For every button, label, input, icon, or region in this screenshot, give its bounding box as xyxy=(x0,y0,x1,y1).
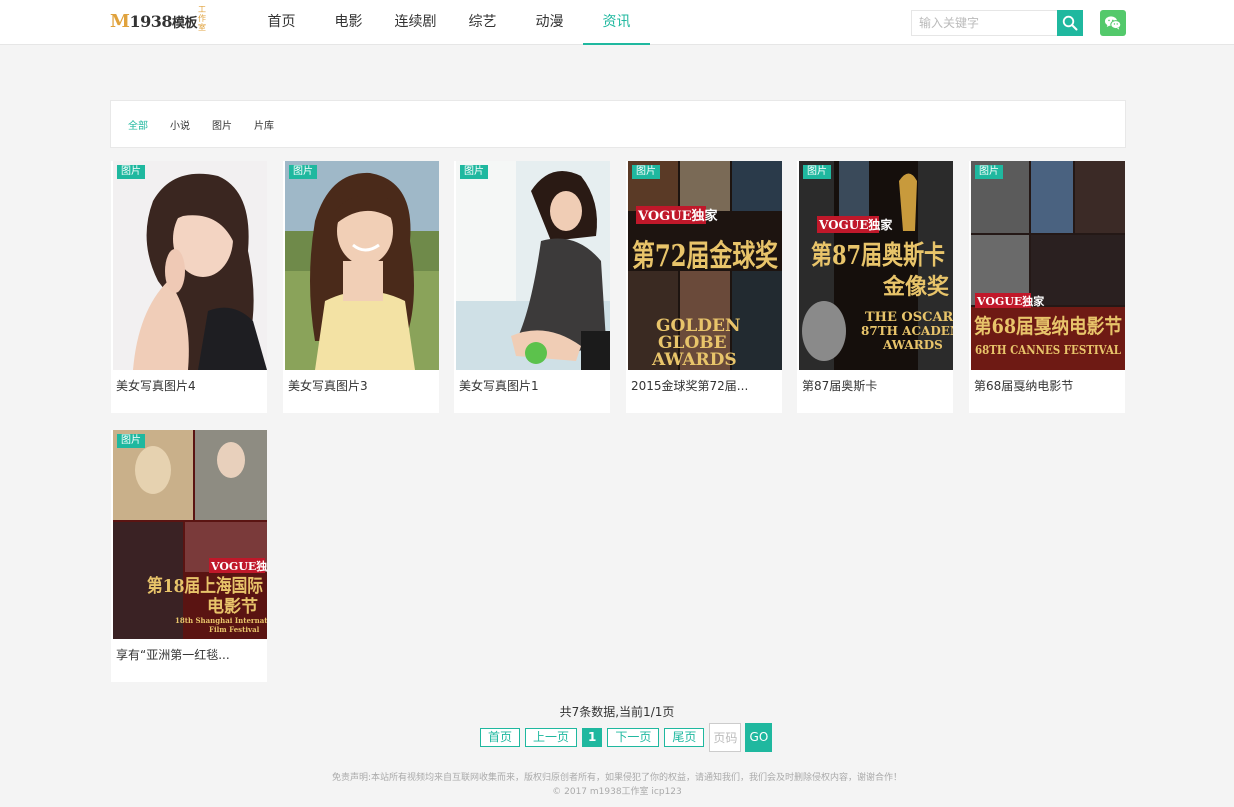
category-tag: 图片 xyxy=(117,165,145,179)
category-filter: 全部 小说 图片 片库 xyxy=(110,100,1126,148)
nav-news[interactable]: 资讯 xyxy=(583,0,650,45)
wechat-icon xyxy=(1105,16,1122,30)
category-tag: 图片 xyxy=(117,434,145,448)
card-title[interactable]: 美女写真图片4 xyxy=(116,377,264,394)
logo-letter: M xyxy=(110,11,130,32)
filter-all[interactable]: 全部 xyxy=(128,117,148,132)
poster-image: VOGUE独家 第68届戛纳电影节 68TH CANNES FESTIVAL xyxy=(971,161,1125,370)
search-box xyxy=(911,10,1083,36)
poster-headline: 金像奖 xyxy=(882,274,950,300)
filter-image[interactable]: 图片 xyxy=(212,117,232,132)
nav-series[interactable]: 连续剧 xyxy=(382,0,449,45)
current-page[interactable]: 1 xyxy=(582,728,603,747)
poster-headline: 电影节 xyxy=(207,596,258,617)
poster-subtitle: Film Festival xyxy=(209,625,260,634)
poster-image: VOGUE独家 第18届上海国际 电影节 18th Shanghai Inter… xyxy=(113,430,267,639)
card-thumbnail[interactable]: VOGUE独家 第72届金球奖 GOLDEN GLOBE AWARDS 图片 xyxy=(628,161,782,370)
poster-image: VOGUE独家 第87届奥斯卡 金像奖 THE OSCARS 87TH ACAD… xyxy=(799,161,953,370)
poster-badge: VOGUE独家 xyxy=(637,208,719,224)
poster-headline: 第87届奥斯卡 xyxy=(811,240,945,271)
logo-number: 1938 xyxy=(129,12,172,31)
content-card[interactable]: 图片 美女写真图片3 xyxy=(283,161,439,413)
poster-headline: 第18届上海国际 xyxy=(147,575,263,597)
category-tag: 图片 xyxy=(289,165,317,179)
poster-subtitle: AWARDS xyxy=(651,350,737,370)
logo-text: 模板 xyxy=(171,16,198,31)
nav-variety[interactable]: 综艺 xyxy=(449,0,516,45)
content-card[interactable]: VOGUE独家 第72届金球奖 GOLDEN GLOBE AWARDS 图片 2… xyxy=(626,161,782,413)
card-title[interactable]: 2015金球奖第72届... xyxy=(631,377,779,394)
card-thumbnail[interactable]: VOGUE独家 第87届奥斯卡 金像奖 THE OSCARS 87TH ACAD… xyxy=(799,161,953,370)
card-title[interactable]: 享有“亚洲第一红毯... xyxy=(116,646,264,663)
card-thumbnail[interactable]: 图片 xyxy=(285,161,439,370)
card-thumbnail[interactable]: VOGUE独家 第18届上海国际 电影节 18th Shanghai Inter… xyxy=(113,430,267,639)
poster-badge: VOGUE独家 xyxy=(210,559,267,573)
card-thumbnail[interactable]: VOGUE独家 第68届戛纳电影节 68TH CANNES FESTIVAL 图… xyxy=(971,161,1125,370)
poster-subtitle: AWARDS xyxy=(882,338,943,352)
nav-home[interactable]: 首页 xyxy=(248,0,315,45)
portrait-image xyxy=(285,161,439,370)
poster-subtitle: 18th Shanghai International xyxy=(175,616,267,625)
poster-subtitle: THE OSCARS xyxy=(865,310,953,325)
site-logo[interactable]: M1938模板 工作室 xyxy=(110,5,208,34)
category-tag: 图片 xyxy=(632,165,660,179)
nav-movies[interactable]: 电影 xyxy=(315,0,382,45)
poster-headline: 第72届金球奖 xyxy=(632,239,778,274)
go-button[interactable]: GO xyxy=(745,723,773,752)
last-page-button[interactable]: 尾页 xyxy=(664,728,705,747)
poster-badge: VOGUE独家 xyxy=(976,294,1045,308)
next-page-button[interactable]: 下一页 xyxy=(607,728,660,747)
category-tag: 图片 xyxy=(803,165,831,179)
category-tag: 图片 xyxy=(460,165,488,179)
pagination: 首页 上一页 1 下一页 尾页 GO xyxy=(480,723,773,752)
poster-subtitle: 68TH CANNES FESTIVAL xyxy=(975,343,1121,357)
logo-subtext: 工作室 xyxy=(197,5,206,32)
content-card[interactable]: VOGUE独家 第18届上海国际 电影节 18th Shanghai Inter… xyxy=(111,430,267,682)
content-card[interactable]: 图片 美女写真图片4 xyxy=(111,161,267,413)
card-title[interactable]: 第87届奥斯卡 xyxy=(802,377,950,394)
footer-disclaimer: 免责声明:本站所有视频均来自互联网收集而来，版权归原创者所有，如果侵犯了你的权益… xyxy=(331,773,903,783)
card-title[interactable]: 美女写真图片1 xyxy=(459,377,607,394)
prev-page-button[interactable]: 上一页 xyxy=(525,728,578,747)
first-page-button[interactable]: 首页 xyxy=(480,728,521,747)
poster-badge: VOGUE独家 xyxy=(818,217,893,232)
poster-headline: 第68届戛纳电影节 xyxy=(974,314,1122,338)
poster-subtitle: 87TH ACADEMY xyxy=(861,324,953,338)
filter-library[interactable]: 片库 xyxy=(254,117,274,132)
portrait-image xyxy=(456,161,610,370)
search-input[interactable] xyxy=(911,10,1057,36)
portrait-image xyxy=(113,161,267,370)
filter-novel[interactable]: 小说 xyxy=(170,117,190,132)
card-title[interactable]: 美女写真图片3 xyxy=(288,377,436,394)
pagination-info: 共7条数据,当前1/1页 xyxy=(559,705,675,719)
content-card[interactable]: VOGUE独家 第87届奥斯卡 金像奖 THE OSCARS 87TH ACAD… xyxy=(797,161,953,413)
top-header: M1938模板 工作室 首页 电影 连续剧 综艺 动漫 资讯 xyxy=(0,0,1234,45)
footer: 免责声明:本站所有视频均来自互联网收集而来，版权归原创者所有，如果侵犯了你的权益… xyxy=(0,771,1234,799)
category-tag: 图片 xyxy=(975,165,1003,179)
nav-anime[interactable]: 动漫 xyxy=(516,0,583,45)
search-icon xyxy=(1062,15,1078,31)
content-card[interactable]: 图片 美女写真图片1 xyxy=(454,161,610,413)
footer-copyright: © 2017 m1938工作室 icp123 xyxy=(552,787,682,797)
card-thumbnail[interactable]: 图片 xyxy=(113,161,267,370)
content-card[interactable]: VOGUE独家 第68届戛纳电影节 68TH CANNES FESTIVAL 图… xyxy=(969,161,1125,413)
search-button[interactable] xyxy=(1057,10,1083,36)
main-nav: 首页 电影 连续剧 综艺 动漫 资讯 xyxy=(248,0,650,45)
wechat-button[interactable] xyxy=(1100,10,1126,36)
page-number-input[interactable] xyxy=(709,723,742,752)
poster-image: VOGUE独家 第72届金球奖 GOLDEN GLOBE AWARDS xyxy=(628,161,782,370)
card-title[interactable]: 第68届戛纳电影节 xyxy=(974,377,1122,394)
card-thumbnail[interactable]: 图片 xyxy=(456,161,610,370)
